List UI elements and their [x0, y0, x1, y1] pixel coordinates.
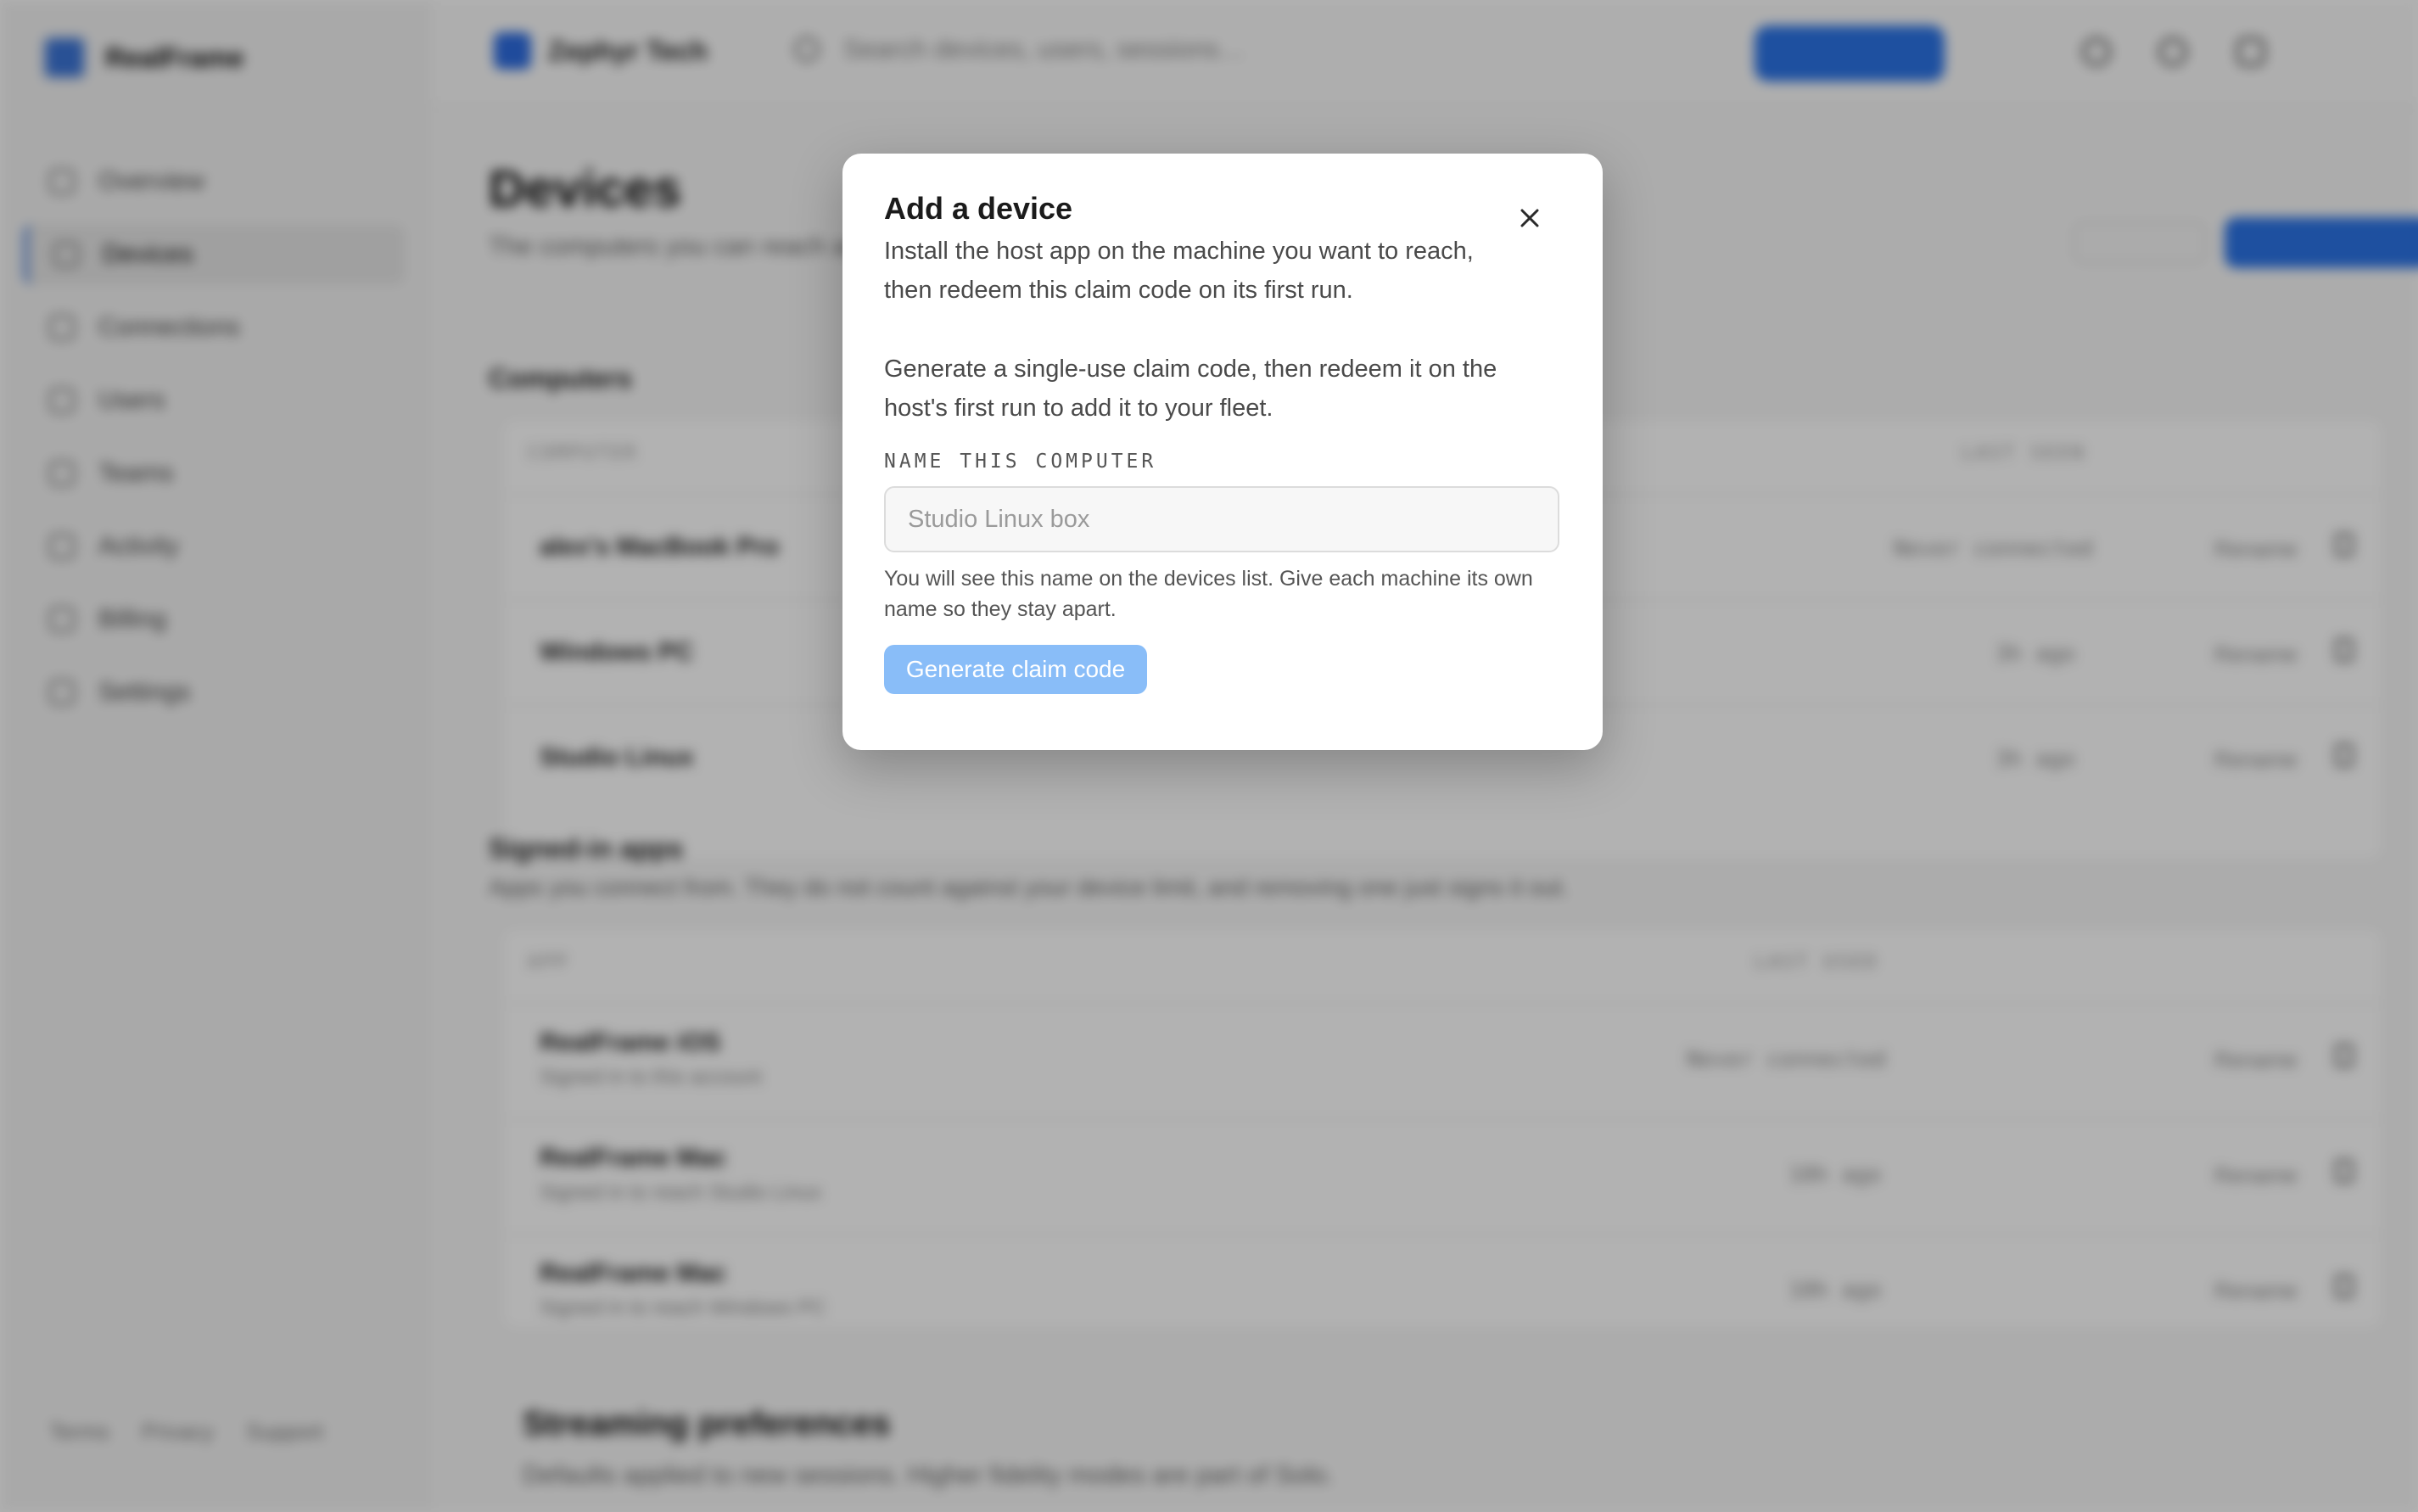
add-device-dialog: Add a device Install the host app on the… — [842, 154, 1603, 750]
dialog-title: Add a device — [884, 191, 1073, 226]
computer-name-input[interactable] — [884, 486, 1559, 552]
computer-name-help: You will see this name on the devices li… — [884, 567, 1533, 621]
close-button[interactable] — [1513, 201, 1547, 235]
dialog-description: Install the host app on the machine you … — [884, 238, 1474, 304]
close-icon — [1520, 209, 1539, 227]
generate-claim-code-button[interactable]: Generate claim code — [884, 645, 1147, 694]
dialog-body-text: Generate a single-use claim code, then r… — [884, 356, 1497, 422]
computer-name-label: NAME THIS COMPUTER — [884, 451, 1157, 473]
